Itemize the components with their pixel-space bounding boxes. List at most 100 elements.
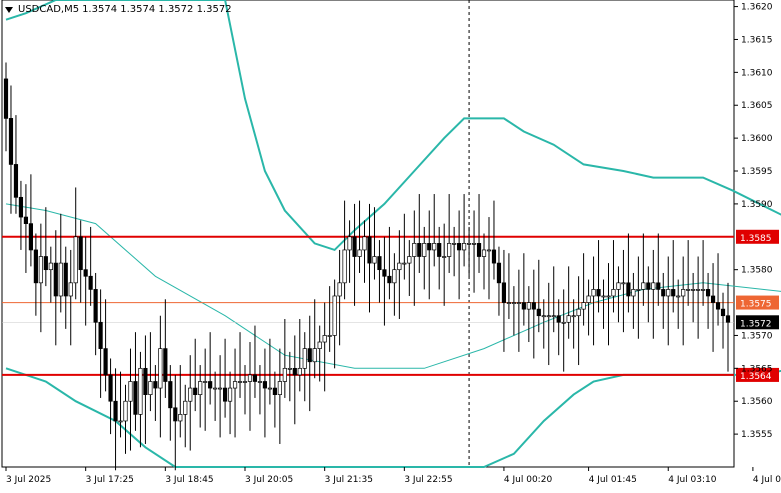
candle[interactable] xyxy=(78,236,83,271)
candle[interactable] xyxy=(188,387,193,402)
candle[interactable] xyxy=(501,282,507,303)
candle[interactable] xyxy=(521,302,526,310)
candle[interactable] xyxy=(397,262,402,271)
candle[interactable] xyxy=(227,387,233,402)
candle[interactable] xyxy=(158,348,163,389)
candle[interactable] xyxy=(198,381,203,395)
candle[interactable] xyxy=(282,367,287,382)
candle[interactable] xyxy=(342,249,347,284)
candle[interactable] xyxy=(173,407,178,422)
candle[interactable] xyxy=(447,243,452,257)
candle[interactable] xyxy=(626,282,631,297)
candle[interactable] xyxy=(183,400,188,415)
candle[interactable] xyxy=(242,381,248,383)
candle[interactable] xyxy=(58,262,63,297)
candle[interactable] xyxy=(372,256,377,264)
candle[interactable] xyxy=(153,381,158,389)
candle[interactable] xyxy=(48,262,53,271)
candle[interactable] xyxy=(68,282,73,297)
candle[interactable] xyxy=(581,302,586,310)
candle[interactable] xyxy=(710,295,716,303)
candle[interactable] xyxy=(715,302,721,310)
candle[interactable] xyxy=(73,236,78,284)
candle[interactable] xyxy=(83,269,88,277)
candle[interactable] xyxy=(362,236,367,251)
candle[interactable] xyxy=(407,256,412,264)
candle[interactable] xyxy=(556,315,561,323)
candle[interactable] xyxy=(476,243,482,257)
candle[interactable] xyxy=(317,341,322,349)
candle[interactable] xyxy=(671,289,676,297)
price-chart[interactable]: 1.3585 1.3575 1.3564 1.3572 1.3620 1.3615 1.36… xyxy=(0,0,781,489)
candle[interactable] xyxy=(128,381,133,402)
candle[interactable] xyxy=(123,400,128,422)
candle[interactable] xyxy=(203,381,208,383)
candle[interactable] xyxy=(357,249,362,257)
candle[interactable] xyxy=(63,262,68,297)
candle[interactable] xyxy=(237,381,243,383)
candle[interactable] xyxy=(33,249,38,284)
candle[interactable] xyxy=(193,387,198,395)
chevron-down-icon[interactable] xyxy=(5,6,13,13)
candle[interactable] xyxy=(536,308,541,317)
candle[interactable] xyxy=(481,249,487,257)
candle[interactable] xyxy=(8,118,14,165)
candle[interactable] xyxy=(178,414,183,422)
candle[interactable] xyxy=(18,196,24,218)
candle[interactable] xyxy=(701,289,706,291)
candle[interactable] xyxy=(551,315,556,318)
candle[interactable] xyxy=(586,295,591,303)
candle[interactable] xyxy=(486,249,492,252)
candle[interactable] xyxy=(327,335,332,337)
candle[interactable] xyxy=(93,289,98,323)
candle[interactable] xyxy=(681,289,686,297)
candle[interactable] xyxy=(148,381,153,395)
candle[interactable] xyxy=(208,381,213,389)
candle[interactable] xyxy=(402,262,407,265)
candle[interactable] xyxy=(108,374,113,402)
candle[interactable] xyxy=(561,321,566,324)
candle[interactable] xyxy=(213,387,218,390)
candle[interactable] xyxy=(651,282,656,290)
candle[interactable] xyxy=(656,282,661,290)
candle[interactable] xyxy=(491,249,497,264)
candle[interactable] xyxy=(705,289,711,297)
candle[interactable] xyxy=(3,78,9,119)
candle[interactable] xyxy=(53,262,58,297)
candle[interactable] xyxy=(322,335,327,343)
candle[interactable] xyxy=(367,236,372,264)
candle[interactable] xyxy=(337,282,342,297)
chart-canvas[interactable]: 1.35851.35751.35641.35721.36201.36151.36… xyxy=(0,0,781,489)
candle[interactable] xyxy=(222,387,228,402)
candle[interactable] xyxy=(641,282,646,290)
candle[interactable] xyxy=(526,302,531,310)
candle[interactable] xyxy=(412,243,417,257)
candle[interactable] xyxy=(118,420,123,423)
candle[interactable] xyxy=(163,348,168,382)
candle[interactable] xyxy=(611,289,616,297)
candle[interactable] xyxy=(267,387,272,390)
candle[interactable] xyxy=(661,289,666,297)
candle[interactable] xyxy=(138,367,143,415)
candle[interactable] xyxy=(38,256,43,284)
candle[interactable] xyxy=(427,243,432,251)
candle[interactable] xyxy=(720,308,726,317)
candle[interactable] xyxy=(596,289,601,297)
candle[interactable] xyxy=(98,321,103,349)
candle[interactable] xyxy=(277,381,282,395)
candle[interactable] xyxy=(466,243,472,245)
candle[interactable] xyxy=(676,295,681,298)
candle[interactable] xyxy=(417,243,422,257)
candle[interactable] xyxy=(143,367,148,395)
candle[interactable] xyxy=(646,282,651,290)
candle[interactable] xyxy=(113,400,118,422)
candle[interactable] xyxy=(332,295,337,336)
candle[interactable] xyxy=(432,243,437,251)
candle[interactable] xyxy=(606,295,611,298)
candle[interactable] xyxy=(531,302,536,310)
candle[interactable] xyxy=(601,295,606,298)
candle[interactable] xyxy=(352,236,357,257)
candle[interactable] xyxy=(621,282,626,285)
candle[interactable] xyxy=(103,348,108,376)
candle[interactable] xyxy=(576,308,581,317)
